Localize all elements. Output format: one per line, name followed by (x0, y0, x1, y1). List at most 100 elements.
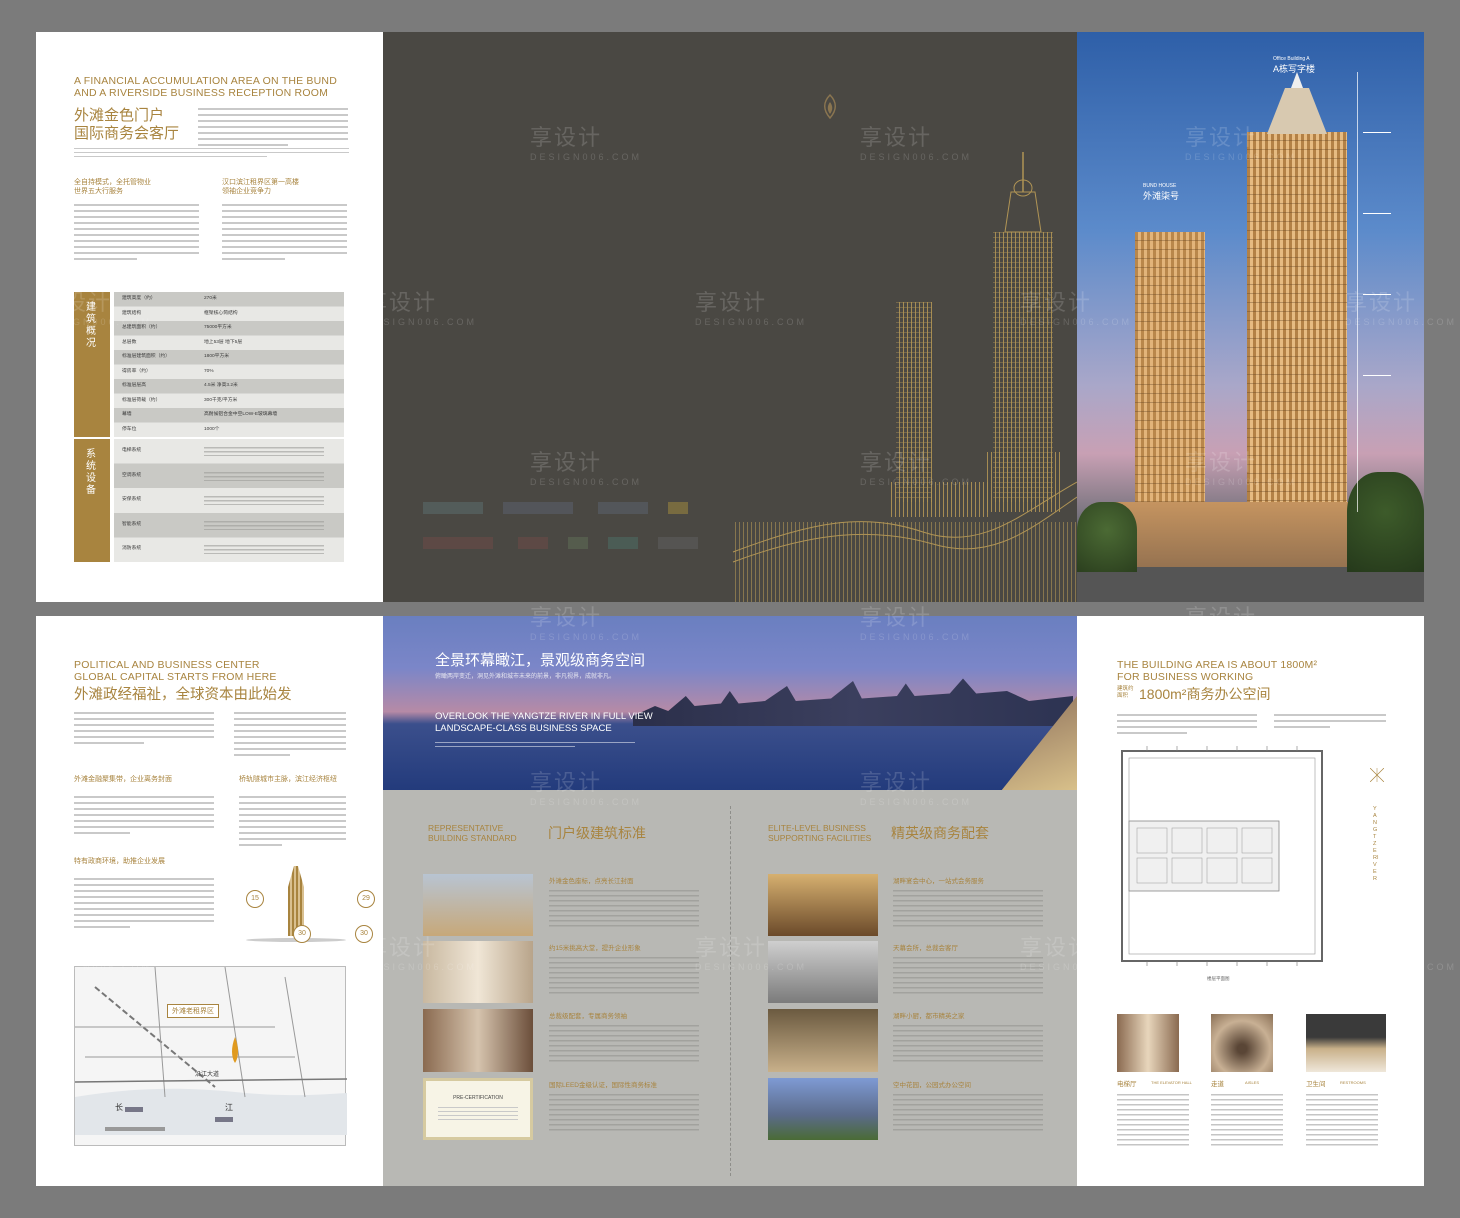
col1-text (74, 204, 199, 264)
photo-dining (768, 1009, 878, 1072)
cn-title-line1: 外滩金色门户 (74, 107, 165, 124)
left-item-title: 国际LEED金级认证，国际性商务标准 (549, 1082, 657, 1089)
left-cn-head: 门户级建筑标准 (548, 825, 646, 841)
distance-badge: 30 (355, 925, 373, 943)
sys-row: 空调系统 (122, 464, 342, 489)
spec-value: 270米 (204, 296, 217, 301)
left-item-text (549, 1025, 699, 1065)
room-desc (1117, 1094, 1189, 1146)
spec-row: 总层数 地上53层 地下5层 (122, 336, 342, 351)
page-political-center: POLITICAL AND BUSINESS CENTER GLOBAL CAP… (36, 616, 383, 1186)
section1-label: 建筑概况 (86, 302, 96, 349)
hero-en-title: OVERLOOK THE YANGTZE RIVER IN FULL VIEW L… (435, 711, 653, 734)
page-cover (383, 32, 1077, 602)
spec-key: 标准层建筑面积（约） (122, 354, 170, 359)
spec-key: 停车位 (122, 426, 137, 432)
photo-elevator-hall (1117, 1014, 1179, 1072)
distance-badge: 29 (357, 890, 375, 908)
left-item-text (549, 890, 699, 930)
sys-key: 空调系统 (122, 472, 142, 478)
spec-value: 高耐候铝合金中空LOW-E玻璃幕墙 (204, 412, 278, 417)
right-en-head: ELITE-LEVEL BUSINESS SUPPORTING FACILITIE… (768, 823, 872, 843)
left-item-text (549, 1094, 699, 1134)
brand-logo-icon (815, 92, 845, 122)
en-title-line1: A FINANCIAL ACCUMULATION AREA ON THE BUN… (74, 75, 337, 87)
spec-value: 1800平方米 (204, 354, 230, 359)
sys-desc (204, 520, 324, 530)
p4-cn-title: 外滩政经福祉，全球资本由此始发 (74, 687, 292, 703)
spec-row: 停车位 1000个 (122, 423, 342, 438)
p4-en-title-line1: POLITICAL AND BUSINESS CENTER (74, 659, 260, 671)
spec-value: 300千克/平方米 (204, 397, 238, 403)
room-label-en: RESTROOMS (1340, 1080, 1366, 1085)
section2-label: 系统设备 (86, 449, 96, 496)
right-item-text (893, 1025, 1043, 1065)
spec-row: 建筑高度（约） 270米 (122, 292, 342, 307)
spec-key: 总建筑面积（约） (122, 325, 161, 330)
p4-sub3: 特有政商环境，助推企业发展 (74, 858, 165, 865)
distance-badge: 30 (293, 925, 311, 943)
spec-row: 得房率（约） 70% (122, 365, 342, 380)
spec-row: 标准层建筑面积（约） 1800平方米 (122, 350, 342, 365)
p4-sub2: 桥轨隧城市主脉，滨江经济枢纽 (239, 776, 337, 783)
photo-leed-cert: PRE-CERTIFICATION (423, 1078, 533, 1140)
map-river-char2: 江 (225, 1103, 233, 1112)
floor-plan (1121, 746, 1323, 966)
intro-en-text (74, 148, 349, 160)
label-tower-a: Office Building A A栋写字楼 (1273, 56, 1316, 74)
center-divider (730, 806, 731, 1176)
left-item-text (549, 957, 699, 997)
col1-head: 全自持模式，全托管物业 世界五大行服务 (74, 179, 151, 195)
plan-caption: 楼层平面图 (1207, 976, 1230, 981)
spec-row: 标准层荷载（约） 300千克/平方米 (122, 394, 342, 409)
sys-desc (204, 496, 324, 506)
spec-key: 幕墙 (122, 412, 132, 417)
left-item-title: 外滩金色座标，点亮长江封面 (549, 878, 634, 885)
sys-key: 电梯系统 (122, 448, 142, 453)
p6-en-title-line2: FOR BUSINESS WORKING (1117, 671, 1254, 683)
skyline (633, 678, 1073, 726)
left-item-title: 总裁级配套，专属商务领袖 (549, 1013, 627, 1020)
spec-value: 4.5米 净高3.2米 (204, 383, 238, 388)
cert-title: PRE-CERTIFICATION (453, 1095, 503, 1101)
spec-row: 幕墙 高耐候铝合金中空LOW-E玻璃幕墙 (122, 408, 342, 423)
col2-text (222, 204, 347, 264)
photo-restroom (1306, 1014, 1386, 1072)
floor-scale-line (1357, 72, 1358, 512)
hero-cn-title: 全景环幕瞰江，景观级商务空间 (435, 652, 646, 669)
spec-value: 框架核心筒结构 (204, 310, 238, 316)
map-roads (74, 966, 348, 1135)
sys-key: 消防系统 (122, 546, 142, 552)
sys-key: 智能系统 (122, 521, 142, 527)
col2-head: 汉口滨江租界区第一高楼 领袖企业竞争力 (222, 179, 299, 195)
right-item-title: 湖畔小厨，都市精英之家 (893, 1013, 965, 1020)
hero-cn-sub: 俯瞰两岸变迁，洞见外滩和城市未来的前景，非凡视界，成就非凡。 (435, 674, 616, 680)
map-river-char1: 长 (115, 1103, 123, 1112)
p6-cn-title: 1800m²商务办公空间 (1139, 686, 1271, 702)
sys-row: 智能系统 (122, 513, 342, 538)
left-item-title: 约15米挑高大堂，提升企业形象 (549, 945, 641, 952)
spec-key: 总层数 (122, 339, 137, 345)
sys-key: 安保系统 (122, 497, 142, 503)
page-overview: A FINANCIAL ACCUMULATION AREA ON THE BUN… (36, 32, 383, 602)
sys-table: 系统设备 电梯系统空调系统安保系统智能系统消防系统 (74, 439, 344, 562)
label-tower-b: BUND HOUSE 外滩柒号 (1143, 183, 1180, 201)
room-label-en: AISLES (1245, 1080, 1260, 1085)
sys-row: 消防系统 (122, 537, 342, 562)
spec-key: 建筑高度（约） (122, 296, 156, 301)
room-label-en: THE ELEVATOR HALL (1151, 1080, 1192, 1085)
river-label: YANGTZE RIVER (1373, 806, 1379, 882)
room-desc (1306, 1094, 1378, 1146)
room-label-cn: 电梯厅 (1117, 1081, 1137, 1088)
map-label-street: 沿江大道 (195, 1072, 220, 1078)
photo-sky-garden (768, 1078, 878, 1140)
p6-en-title-line1: THE BUILDING AREA IS ABOUT 1800M² (1117, 659, 1318, 671)
photo-banquet (768, 874, 878, 936)
spec-key: 标准层荷载（约） (122, 397, 161, 403)
photo-exterior (423, 874, 533, 936)
right-item-text (893, 957, 1043, 997)
p6-cn-prefix: 建筑约面积 (1117, 686, 1134, 699)
sys-desc (204, 545, 324, 555)
cn-title-line2: 国际商务会客厅 (74, 125, 180, 142)
spec-row: 总建筑面积（约） 75000平方米 (122, 321, 342, 336)
